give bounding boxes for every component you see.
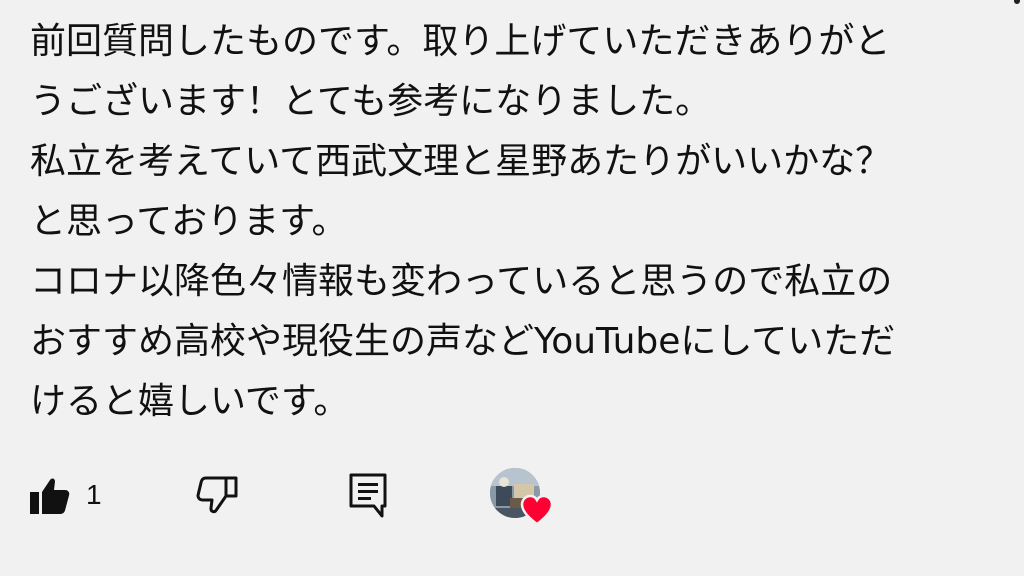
- comment-line: 私立を考えていて西武文理と星野あたりがいいかな？: [30, 141, 892, 182]
- comment-line: 前回質問したものです。取り上げていただきありがと: [30, 21, 891, 62]
- heart-icon: [520, 494, 554, 526]
- creator-heart: [488, 466, 554, 526]
- thumbs-up-filled-icon: [30, 478, 70, 514]
- comment-card: 前回質問したものです。取り上げていただきありがと うございます！とても参考になり…: [0, 0, 1024, 576]
- comment-line: と思っております。: [30, 201, 348, 242]
- overflow-menu-edge[interactable]: [1014, 0, 1020, 4]
- comment-line: コロナ以降色々情報も変わっていると思うので私立の: [30, 261, 893, 302]
- comment-line: うございます！とても参考になりました。: [30, 81, 712, 122]
- reply-comment-icon: [349, 473, 387, 518]
- thumbs-down-outline-icon: [196, 476, 238, 514]
- comment-line: けると嬉しいです。: [30, 381, 350, 422]
- comment-action-bar: 1: [0, 460, 1024, 530]
- comment-text: 前回質問したものです。取り上げていただきありがと うございます！とても参考になり…: [30, 12, 1010, 432]
- dislike-button[interactable]: [196, 474, 240, 516]
- like-button[interactable]: 1: [28, 474, 128, 516]
- reply-button[interactable]: [348, 472, 388, 518]
- like-count: 1: [86, 479, 102, 510]
- comment-line: おすすめ高校や現役生の声などYouTubeにしていただ: [30, 321, 896, 362]
